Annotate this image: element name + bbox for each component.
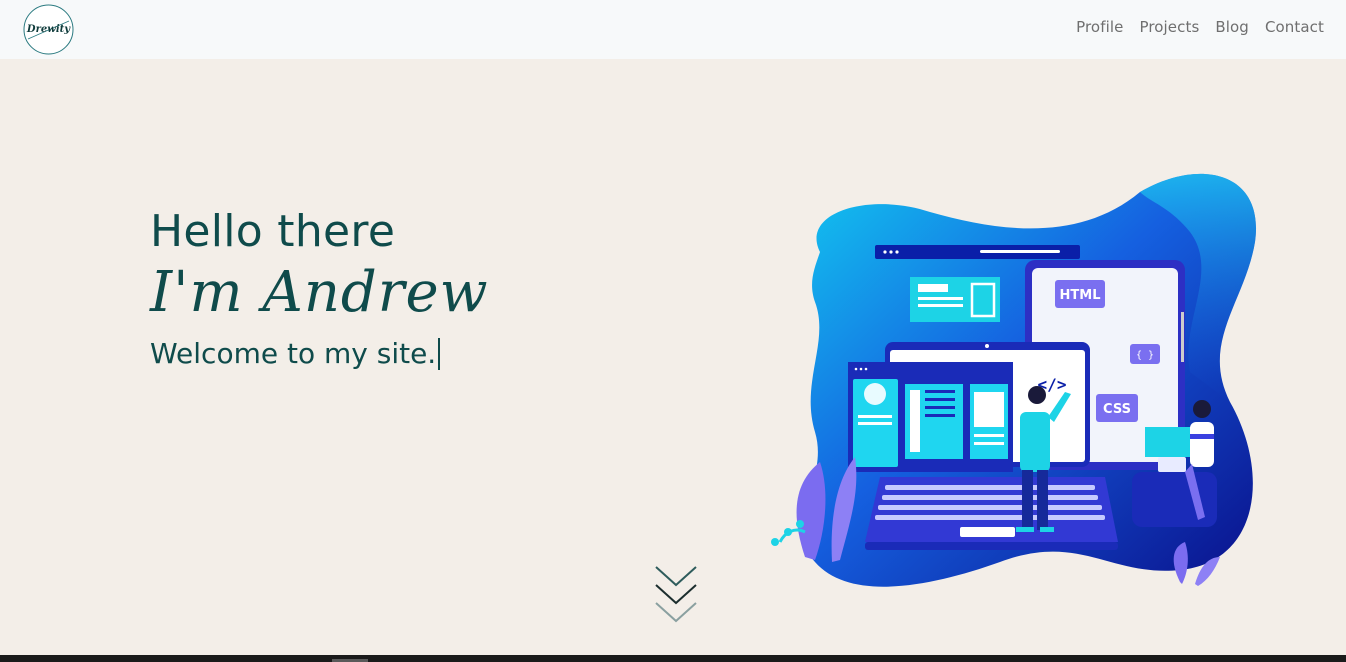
nav-link-contact[interactable]: Contact: [1257, 18, 1324, 36]
bottom-bar: [0, 655, 1346, 662]
hero-text: Hello there I'm Andrew Welcome to my sit…: [150, 204, 489, 374]
chevrons-down-icon[interactable]: [654, 565, 698, 625]
hero-greeting: Hello there: [150, 206, 396, 257]
css-label: CSS: [1103, 402, 1131, 417]
hero-section: Hello there I'm Andrew Welcome to my sit…: [0, 59, 1346, 655]
hero-tagline: Welcome to my site.: [150, 337, 437, 370]
code-label: </>: [1038, 375, 1067, 394]
logo-text: Drewity: [26, 24, 71, 35]
nav-link-profile[interactable]: Profile: [1068, 18, 1131, 36]
developer-illustration: HTML { } CSS </>: [771, 173, 1257, 587]
typing-cursor: [438, 338, 441, 370]
html-label: HTML: [1060, 288, 1101, 303]
nav-link-blog[interactable]: Blog: [1207, 18, 1257, 36]
navbar: Drewity Profile Projects Blog Contact: [0, 0, 1346, 59]
hero-tagline-wrapper: Welcome to my site.: [150, 334, 441, 374]
hero-name: I'm Andrew: [150, 260, 489, 325]
nav-link-projects[interactable]: Projects: [1131, 18, 1207, 36]
braces-label: { }: [1136, 350, 1154, 361]
nav-links: Profile Projects Blog Contact: [1068, 18, 1324, 36]
site-logo[interactable]: Drewity: [22, 3, 75, 56]
